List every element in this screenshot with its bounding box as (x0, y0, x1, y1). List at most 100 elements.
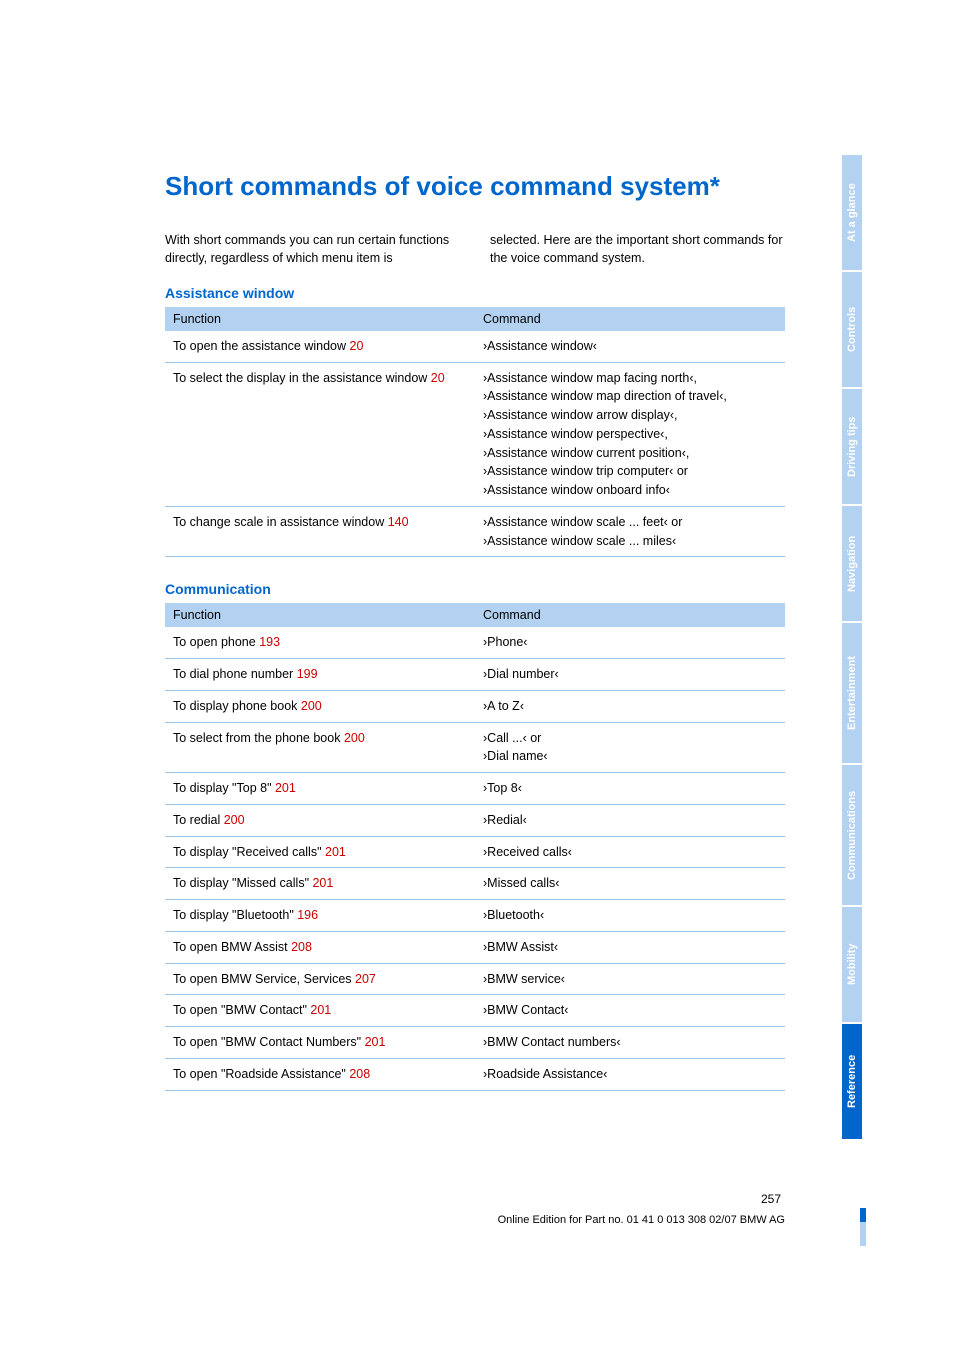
page-link[interactable]: 140 (388, 515, 409, 529)
command-cell: ›BMW service‹ (475, 963, 785, 995)
intro-right: selected. Here are the important short c… (490, 231, 785, 267)
table-row: To open BMW Service, Services 207›BMW se… (165, 963, 785, 995)
function-cell: To select from the phone book 200 (165, 722, 475, 773)
intro-block: With short commands you can run certain … (165, 231, 785, 267)
function-cell: To dial phone number 199 (165, 659, 475, 691)
function-cell: To display "Received calls" 201 (165, 836, 475, 868)
function-text: To dial phone number (173, 667, 297, 681)
function-text: To open phone (173, 635, 259, 649)
page-link[interactable]: 200 (301, 699, 322, 713)
command-cell: ›Assistance window scale ... feet‹ or ›A… (475, 506, 785, 557)
function-text: To display phone book (173, 699, 301, 713)
th-function: Function (165, 603, 475, 627)
section-heading-communication: Communication (165, 581, 785, 597)
table-row: To display phone book 200›A to Z‹ (165, 690, 785, 722)
table-row: To open the assistance window 20›Assista… (165, 331, 785, 362)
page-link[interactable]: 208 (291, 940, 312, 954)
command-cell: ›Missed calls‹ (475, 868, 785, 900)
function-cell: To open "BMW Contact Numbers" 201 (165, 1027, 475, 1059)
page-link[interactable]: 208 (349, 1067, 370, 1081)
side-tab-navigation[interactable]: Navigation (842, 506, 862, 621)
side-tab-at-a-glance[interactable]: At a glance (842, 155, 862, 270)
function-cell: To display "Top 8" 201 (165, 773, 475, 805)
table-row: To redial 200›Redial‹ (165, 804, 785, 836)
function-text: To open "BMW Contact Numbers" (173, 1035, 365, 1049)
function-cell: To change scale in assistance window 140 (165, 506, 475, 557)
page-link[interactable]: 20 (431, 371, 445, 385)
table-row: To change scale in assistance window 140… (165, 506, 785, 557)
command-cell: ›Received calls‹ (475, 836, 785, 868)
function-cell: To display "Missed calls" 201 (165, 868, 475, 900)
side-tab-controls[interactable]: Controls (842, 272, 862, 387)
command-cell: ›Dial number‹ (475, 659, 785, 691)
function-text: To open "BMW Contact" (173, 1003, 310, 1017)
function-text: To open the assistance window (173, 339, 350, 353)
function-cell: To select the display in the assistance … (165, 362, 475, 506)
function-text: To display "Missed calls" (173, 876, 312, 890)
function-cell: To open phone 193 (165, 627, 475, 658)
page-link[interactable]: 201 (325, 845, 346, 859)
function-text: To display "Bluetooth" (173, 908, 297, 922)
function-cell: To open "Roadside Assistance" 208 (165, 1058, 475, 1090)
function-text: To select the display in the assistance … (173, 371, 431, 385)
section-heading-assistance: Assistance window (165, 285, 785, 301)
page-link[interactable]: 201 (365, 1035, 386, 1049)
side-tab-communications[interactable]: Communications (842, 765, 862, 905)
edition-line: Online Edition for Part no. 01 41 0 013 … (498, 1214, 785, 1226)
page-link[interactable]: 201 (310, 1003, 331, 1017)
command-cell: ›Top 8‹ (475, 773, 785, 805)
function-text: To open "Roadside Assistance" (173, 1067, 349, 1081)
table-row: To open phone 193›Phone‹ (165, 627, 785, 658)
function-text: To open BMW Assist (173, 940, 291, 954)
function-cell: To open the assistance window 20 (165, 331, 475, 362)
command-cell: ›Assistance window‹ (475, 331, 785, 362)
table-row: To open BMW Assist 208›BMW Assist‹ (165, 931, 785, 963)
page-link[interactable]: 20 (350, 339, 364, 353)
function-cell: To open "BMW Contact" 201 (165, 995, 475, 1027)
page-link[interactable]: 199 (297, 667, 318, 681)
page-link[interactable]: 200 (344, 731, 365, 745)
page-link[interactable]: 200 (224, 813, 245, 827)
function-cell: To open BMW Assist 208 (165, 931, 475, 963)
table-row: To open "BMW Contact Numbers" 201›BMW Co… (165, 1027, 785, 1059)
page-link[interactable]: 201 (275, 781, 296, 795)
command-cell: ›Bluetooth‹ (475, 900, 785, 932)
table-row: To display "Top 8" 201›Top 8‹ (165, 773, 785, 805)
command-cell: ›Phone‹ (475, 627, 785, 658)
page-link[interactable]: 193 (259, 635, 280, 649)
command-cell: ›Redial‹ (475, 804, 785, 836)
command-cell: ›BMW Contact‹ (475, 995, 785, 1027)
command-cell: ›Call ...‹ or ›Dial name‹ (475, 722, 785, 773)
command-cell: ›Roadside Assistance‹ (475, 1058, 785, 1090)
table-row: To display "Received calls" 201›Received… (165, 836, 785, 868)
page-link[interactable]: 207 (355, 972, 376, 986)
table-row: To open "Roadside Assistance" 208›Roadsi… (165, 1058, 785, 1090)
function-text: To change scale in assistance window (173, 515, 388, 529)
table-row: To select the display in the assistance … (165, 362, 785, 506)
table-row: To dial phone number 199›Dial number‹ (165, 659, 785, 691)
side-tab-entertainment[interactable]: Entertainment (842, 623, 862, 763)
command-cell: ›BMW Assist‹ (475, 931, 785, 963)
page-title: Short commands of voice command system* (165, 170, 785, 203)
page-link[interactable]: 196 (297, 908, 318, 922)
page-link[interactable]: 201 (312, 876, 333, 890)
command-cell: ›BMW Contact numbers‹ (475, 1027, 785, 1059)
communication-table: Function Command To open phone 193›Phone… (165, 603, 785, 1090)
intro-left: With short commands you can run certain … (165, 231, 460, 267)
side-tab-driving-tips[interactable]: Driving tips (842, 389, 862, 504)
th-function: Function (165, 307, 475, 331)
side-tab-reference[interactable]: Reference (842, 1024, 862, 1139)
function-cell: To redial 200 (165, 804, 475, 836)
assistance-table: Function Command To open the assistance … (165, 307, 785, 558)
th-command: Command (475, 603, 785, 627)
function-text: To display "Top 8" (173, 781, 275, 795)
function-cell: To display phone book 200 (165, 690, 475, 722)
page-number: 257 (761, 1192, 781, 1206)
command-cell: ›Assistance window map facing north‹, ›A… (475, 362, 785, 506)
command-cell: ›A to Z‹ (475, 690, 785, 722)
table-row: To display "Missed calls" 201›Missed cal… (165, 868, 785, 900)
function-text: To select from the phone book (173, 731, 344, 745)
table-row: To display "Bluetooth" 196 ›Bluetooth‹ (165, 900, 785, 932)
table-row: To open "BMW Contact" 201›BMW Contact‹ (165, 995, 785, 1027)
side-tab-mobility[interactable]: Mobility (842, 907, 862, 1022)
